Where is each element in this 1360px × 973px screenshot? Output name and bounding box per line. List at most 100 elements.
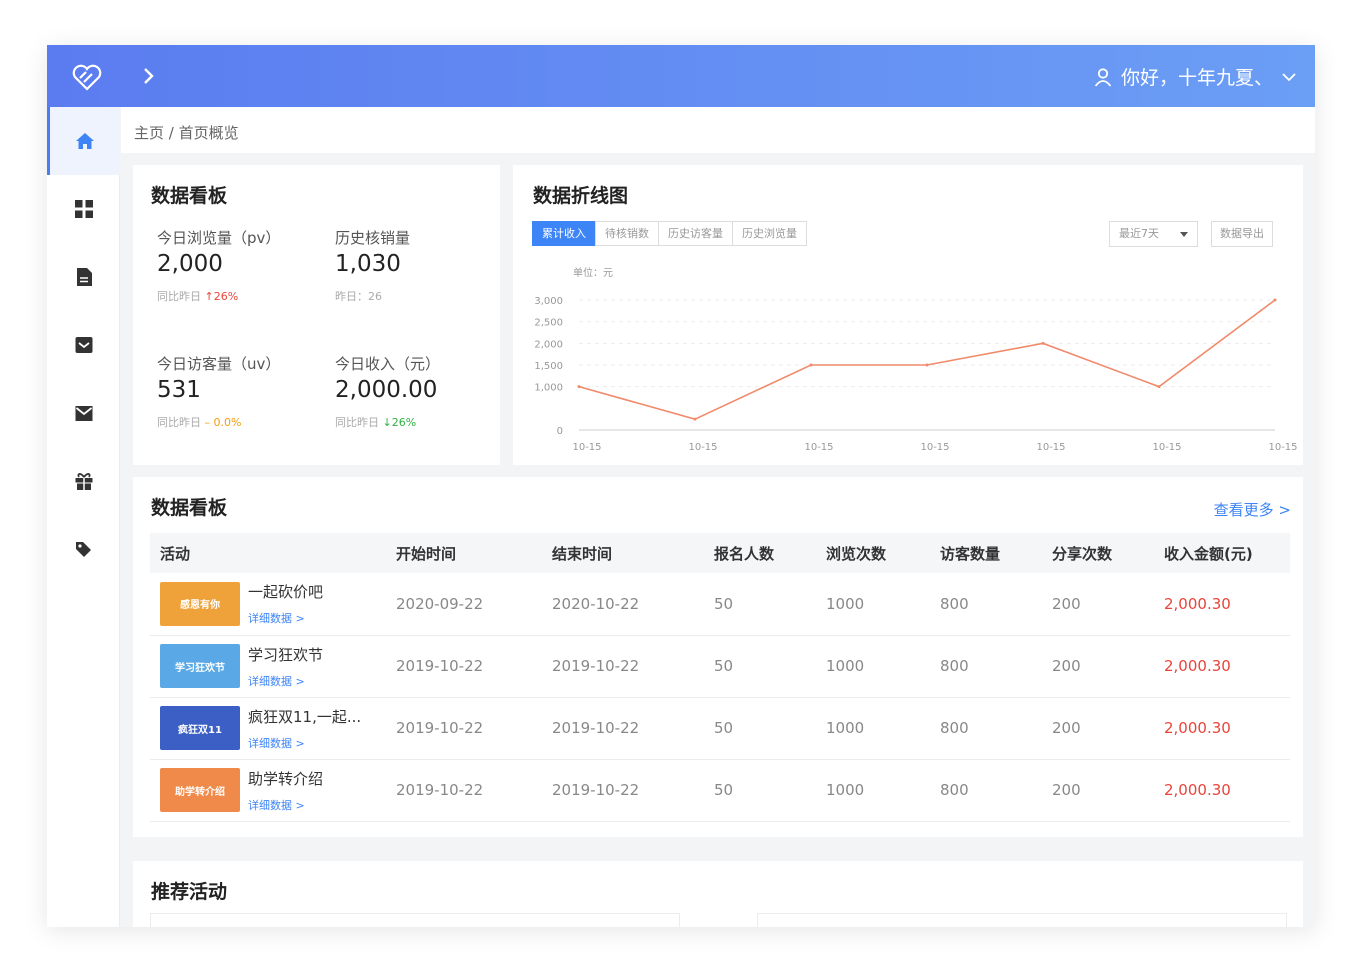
visitors-cell: 800 [930,635,1042,698]
inbox-icon [75,337,92,353]
signups-cell: 50 [704,635,816,698]
y-tick-label: 1,500 [534,361,563,372]
line-chart-card: 数据折线图 累计收入 待核销数 历史访客量 历史浏览量 最近7天 数据导出 单位… [513,165,1303,465]
export-button[interactable]: 数据导出 [1211,221,1273,247]
y-tick-label: 2,500 [534,318,563,329]
caret-down-icon [1180,232,1188,237]
table-row[interactable]: 学习狂欢节 学习狂欢节 详细数据 > 2019-10-22 2019-10-22… [150,635,1290,698]
stat-compare-income: 同比昨日 ↓26% [335,416,417,429]
tab-cumulative-income[interactable]: 累计收入 [532,221,596,246]
start-time-cell: 2019-10-22 [386,759,542,822]
activity-thumbnail[interactable]: 学习狂欢节 [160,644,240,688]
stat-compare-pv: 同比昨日 ↑26% [157,290,239,303]
data-point [1157,385,1161,389]
tab-history-views[interactable]: 历史浏览量 [732,221,807,246]
x-tick-label: 10-15 [1268,442,1297,453]
stat-label-history-writeoff: 历史核销量 [335,229,411,247]
activity-thumbnail[interactable]: 疯狂双11 [160,706,240,750]
col-visitors: 访客数量 [930,533,1042,573]
recommend-card: 推荐活动 [133,861,1303,927]
sidebar-item-tags[interactable] [47,515,120,583]
app-window: 你好，十年九夏、 主页 / 首页概览 数据看板 今日浏览量（pv） 2,000 … [47,45,1315,927]
views-cell: 1000 [816,697,930,760]
table-row[interactable]: 助学转介绍 助学转介绍 详细数据 > 2019-10-22 2019-10-22… [150,759,1290,822]
x-tick-label: 10-15 [572,442,601,453]
visitors-cell: 800 [930,759,1042,822]
series-line [578,299,1276,421]
table-row[interactable]: 疯狂双11 疯狂双11,一起... 详细数据 > 2019-10-22 2019… [150,697,1290,760]
tab-pending-writeoff[interactable]: 待核销数 [595,221,659,246]
signups-cell: 50 [704,697,816,760]
end-time-cell: 2019-10-22 [542,759,704,822]
views-cell: 1000 [816,635,930,698]
detail-link[interactable]: 详细数据 > [248,610,323,626]
shares-cell: 200 [1042,759,1154,822]
stat-value-pv: 2,000 [157,251,223,277]
data-point [809,363,813,367]
user-menu[interactable]: 你好，十年九夏、 [1093,63,1297,90]
activity-thumbnail[interactable]: 感恩有你 [160,581,240,626]
activity-name: 疯狂双11,一起... [248,707,362,726]
sidebar-item-dashboard[interactable] [47,175,120,243]
metric-tabs: 累计收入 待核销数 历史访客量 历史浏览量 [532,221,807,246]
data-point [577,385,581,389]
tab-history-visitors[interactable]: 历史访客量 [658,221,733,246]
sidebar-item-gifts[interactable] [47,447,120,515]
activity-table-title: 数据看板 [151,497,228,519]
sidebar-item-inbox[interactable] [47,311,120,379]
col-signups: 报名人数 [704,533,816,573]
col-views: 浏览次数 [816,533,930,573]
end-time-cell: 2020-10-22 [542,573,704,636]
activity-table-card: 数据看板 查看更多 > 活动 开始时间 结束时间 报名人数 浏览次数 访客数量 … [133,477,1303,837]
end-time-cell: 2019-10-22 [542,635,704,698]
stats-card: 数据看板 今日浏览量（pv） 2,000 同比昨日 ↑26% 历史核销量 1,0… [133,165,500,465]
detail-link[interactable]: 详细数据 > [248,797,323,813]
data-point [693,417,697,421]
sidebar-item-documents[interactable] [47,243,120,311]
document-icon [76,268,92,286]
top-bar: 你好，十年九夏、 [47,45,1315,107]
grid-icon [74,200,93,218]
date-range-select[interactable]: 最近7天 [1109,221,1198,247]
table-row[interactable]: 感恩有你 一起砍价吧 详细数据 > 2020-09-22 2020-10-22 … [150,573,1290,636]
shares-cell: 200 [1042,635,1154,698]
chart-unit-label: 单位：元 [573,266,613,279]
stat-label-income: 今日收入（元） [335,355,441,373]
income-cell: 2,000.30 [1154,635,1290,698]
expand-sidebar-icon[interactable] [135,63,161,89]
line-chart-title: 数据折线图 [533,185,629,207]
signups-cell: 50 [704,573,816,636]
x-tick-label: 10-15 [1152,442,1181,453]
recommend-item[interactable] [757,913,1287,927]
recommend-item[interactable] [150,913,680,927]
table-header-row: 活动 开始时间 结束时间 报名人数 浏览次数 访客数量 分享次数 收入金额(元) [150,533,1290,573]
visitors-cell: 800 [930,697,1042,760]
detail-link[interactable]: 详细数据 > [248,735,361,751]
line-chart: 单位：元 0 1,000 1,500 2,000 2,500 3,000 10-15 10-1… [534,266,1297,453]
home-icon [76,133,94,149]
breadcrumb: 主页 / 首页概览 [121,107,1315,153]
logo-icon[interactable] [71,63,103,91]
y-tick-label: 1,000 [534,383,563,394]
col-end-time: 结束时间 [542,533,704,573]
sidebar-item-home[interactable] [47,107,120,175]
stat-value-income: 2,000.00 [335,377,438,403]
tag-icon [75,542,91,557]
col-shares: 分享次数 [1042,533,1154,573]
stat-label-pv: 今日浏览量（pv） [157,229,281,247]
user-icon [1094,67,1112,87]
start-time-cell: 2020-09-22 [386,573,542,636]
visitors-cell: 800 [930,573,1042,636]
detail-link[interactable]: 详细数据 > [248,673,323,689]
sidebar-item-mail[interactable] [47,379,120,447]
trend-down-badge: ↓26% [382,416,417,429]
view-more-link[interactable]: 查看更多 > [1214,499,1291,520]
mail-icon [75,406,92,421]
income-cell: 2,000.30 [1154,573,1290,636]
activity-thumbnail[interactable]: 助学转介绍 [160,768,240,812]
y-tick-label: 2,000 [534,339,563,350]
activity-name: 学习狂欢节 [248,645,324,664]
trend-flat-badge: – 0.0% [204,416,242,429]
income-cell: 2,000.30 [1154,759,1290,822]
stat-compare-uv: 同比昨日 – 0.0% [157,416,242,429]
